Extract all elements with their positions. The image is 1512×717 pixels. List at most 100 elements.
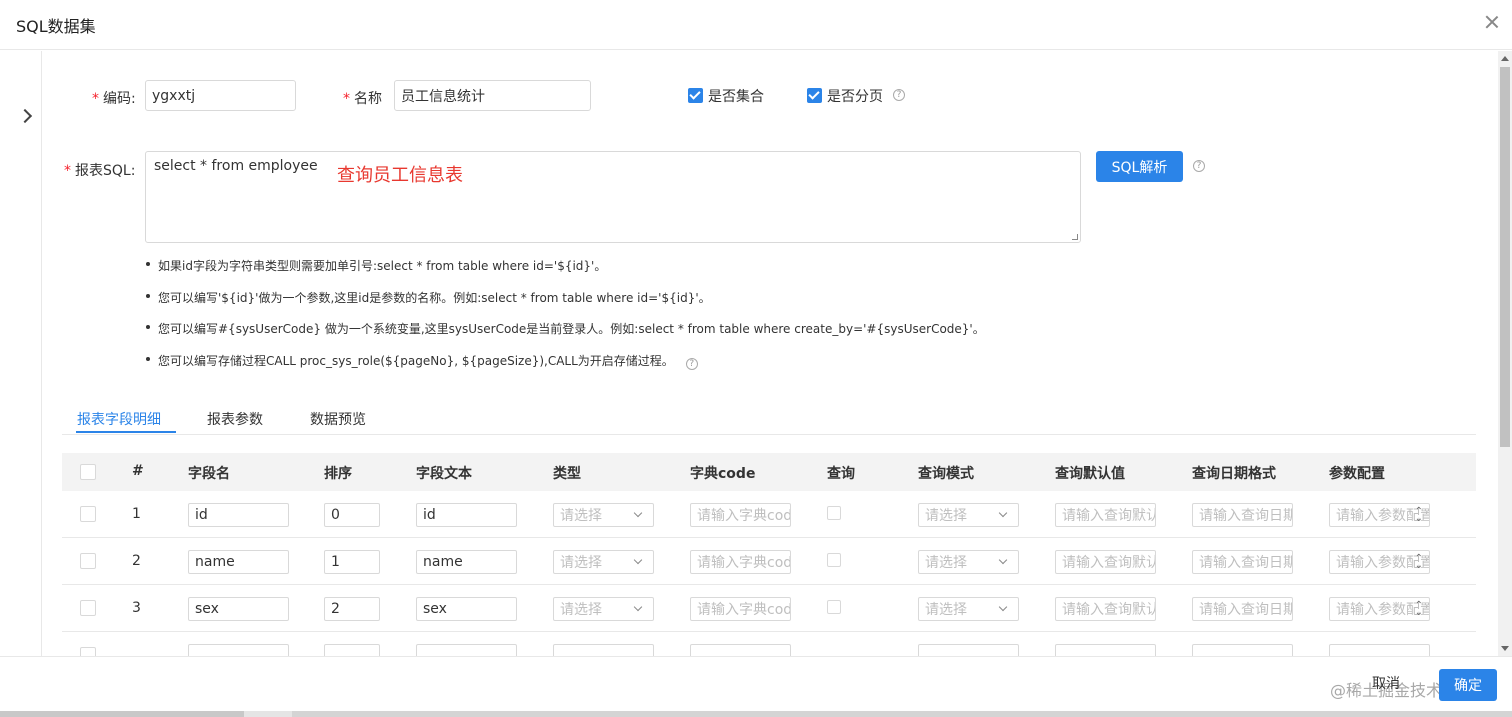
- order-input[interactable]: 1: [324, 550, 380, 574]
- col-type: 类型: [553, 466, 581, 482]
- chevron-down-icon: [633, 555, 643, 565]
- row-checkbox[interactable]: [80, 506, 96, 522]
- question-icon[interactable]: ?: [1193, 160, 1205, 172]
- tab-ink-bar: [76, 431, 176, 433]
- question-icon[interactable]: ?: [685, 357, 698, 370]
- chevron-down-icon: [998, 602, 1008, 612]
- mode-select[interactable]: 请选择: [918, 550, 1019, 574]
- is-set-checkbox[interactable]: [688, 88, 703, 103]
- code-input[interactable]: ygxxtj: [145, 80, 296, 111]
- mode-select[interactable]: 请选择: [918, 597, 1019, 621]
- is-paged-label: 是否分页: [827, 89, 883, 105]
- field-text-input[interactable]: [416, 644, 517, 656]
- col-field: 字段名: [188, 466, 230, 482]
- row-index: 3: [132, 600, 141, 616]
- name-label: * 名称: [343, 91, 382, 107]
- type-select[interactable]: 请选择: [553, 550, 654, 574]
- table-row: 2 name 1 name 请选择 请输入字典code 请选择 请输入查询默认值…: [62, 538, 1476, 585]
- col-default: 查询默认值: [1055, 466, 1125, 482]
- question-icon[interactable]: ?: [893, 89, 905, 101]
- dict-code-input[interactable]: [690, 644, 791, 656]
- type-select[interactable]: 请选择: [553, 503, 654, 527]
- field-text-input[interactable]: id: [416, 503, 517, 527]
- chevron-down-icon: [633, 508, 643, 518]
- col-order: 排序: [324, 466, 352, 482]
- table-row: 3 sex 2 sex 请选择 请输入字典code 请选择 请输入查询默认值 请…: [62, 585, 1476, 632]
- left-panel: [0, 51, 42, 656]
- sql-parse-button[interactable]: SQL解析: [1096, 151, 1183, 182]
- date-format-input[interactable]: 请输入查询日期格式: [1192, 597, 1293, 621]
- dialog-footer: @稀土掘金技术社区 取消 确定: [0, 656, 1512, 717]
- field-name-input[interactable]: sex: [188, 597, 289, 621]
- default-value-input[interactable]: 请输入查询默认值: [1055, 503, 1156, 527]
- sql-textarea[interactable]: select * from employee 查询员工信息表: [145, 151, 1081, 243]
- scroll-up-icon[interactable]: [1501, 56, 1509, 61]
- type-select[interactable]: 请选择: [553, 597, 654, 621]
- default-value-input[interactable]: 请输入查询默认值: [1055, 597, 1156, 621]
- select-all-checkbox[interactable]: [80, 464, 96, 480]
- date-format-input[interactable]: 请输入查询日期格式: [1192, 503, 1293, 527]
- ok-button[interactable]: 确定: [1439, 669, 1497, 701]
- hscroll-thumb[interactable]: [292, 711, 1512, 717]
- field-text-input[interactable]: name: [416, 550, 517, 574]
- date-format-input[interactable]: 请输入查询日期格式: [1192, 550, 1293, 574]
- row-checkbox[interactable]: [80, 647, 96, 656]
- code-label: * 编码:: [92, 91, 136, 107]
- dict-code-input[interactable]: 请输入字典code: [690, 597, 791, 621]
- close-icon[interactable]: [1484, 14, 1500, 30]
- field-name-input[interactable]: [188, 644, 289, 656]
- table-header: # 字段名 排序 字段文本 类型 字典code 查询 查询模式 查询默认值 查询…: [62, 453, 1476, 491]
- sql-label: * 报表SQL:: [64, 163, 136, 179]
- tab-data-preview[interactable]: 数据预览: [310, 409, 366, 429]
- vertical-scrollbar[interactable]: [1498, 51, 1512, 656]
- tab-field-details[interactable]: 报表字段明细: [77, 409, 161, 429]
- tip-item: 如果id字段为字符串类型则需要加单引号:select * from table …: [142, 257, 985, 289]
- order-input[interactable]: 0: [324, 503, 380, 527]
- is-set-label: 是否集合: [708, 89, 764, 105]
- date-format-input[interactable]: [1192, 644, 1293, 656]
- field-text-input[interactable]: sex: [416, 597, 517, 621]
- default-value-input[interactable]: [1055, 644, 1156, 656]
- param-config-input[interactable]: 请输入参数配置 ⌃ ⌄: [1329, 550, 1430, 574]
- cancel-button[interactable]: 取消: [1372, 673, 1400, 693]
- chevron-right-icon[interactable]: [17, 108, 33, 124]
- field-name-input[interactable]: id: [188, 503, 289, 527]
- expand-icon: ⌃ ⌄: [1414, 506, 1423, 524]
- tab-report-params[interactable]: 报表参数: [207, 409, 263, 429]
- hscroll-track-left: [0, 711, 244, 717]
- mode-select[interactable]: [918, 644, 1019, 656]
- order-input[interactable]: 2: [324, 597, 380, 621]
- query-checkbox[interactable]: [827, 553, 841, 567]
- dialog-header: SQL数据集: [0, 0, 1512, 50]
- scrollbar-thumb[interactable]: [1500, 67, 1510, 447]
- col-param: 参数配置: [1329, 466, 1385, 482]
- dict-code-input[interactable]: 请输入字典code: [690, 550, 791, 574]
- query-checkbox[interactable]: [827, 600, 841, 614]
- col-dict: 字典code: [690, 466, 756, 482]
- tip-item: 您可以编写#{sysUserCode} 做为一个系统变量,这里sysUserCo…: [142, 320, 985, 352]
- col-text: 字段文本: [416, 466, 472, 482]
- col-mode: 查询模式: [918, 466, 974, 482]
- dict-code-input[interactable]: 请输入字典code: [690, 503, 791, 527]
- type-select[interactable]: [553, 644, 654, 656]
- tip-item: 您可以编写存储过程CALL proc_sys_role(${pageNo}, $…: [142, 352, 985, 384]
- order-input[interactable]: [324, 644, 380, 656]
- is-paged-checkbox[interactable]: [807, 88, 822, 103]
- resize-handle-icon[interactable]: [1072, 234, 1078, 240]
- row-checkbox[interactable]: [80, 553, 96, 569]
- horizontal-scrollbar[interactable]: [0, 711, 1512, 717]
- param-config-input[interactable]: 请输入参数配置 ⌃ ⌄: [1329, 503, 1430, 527]
- param-config-input[interactable]: [1329, 644, 1430, 656]
- chevron-down-icon: [633, 602, 643, 612]
- scroll-down-icon[interactable]: [1501, 646, 1509, 651]
- field-name-input[interactable]: name: [188, 550, 289, 574]
- param-config-input[interactable]: 请输入参数配置 ⌃ ⌄: [1329, 597, 1430, 621]
- dialog-title: SQL数据集: [16, 17, 96, 36]
- row-checkbox[interactable]: [80, 600, 96, 616]
- name-input[interactable]: 员工信息统计: [394, 80, 591, 111]
- query-checkbox[interactable]: [827, 506, 841, 520]
- form-body: * 编码: ygxxtj * 名称 员工信息统计 是否集合 是否分页 ? * 报表SQ…: [42, 51, 1498, 656]
- default-value-input[interactable]: 请输入查询默认值: [1055, 550, 1156, 574]
- mode-select[interactable]: 请选择: [918, 503, 1019, 527]
- chevron-down-icon: [998, 508, 1008, 518]
